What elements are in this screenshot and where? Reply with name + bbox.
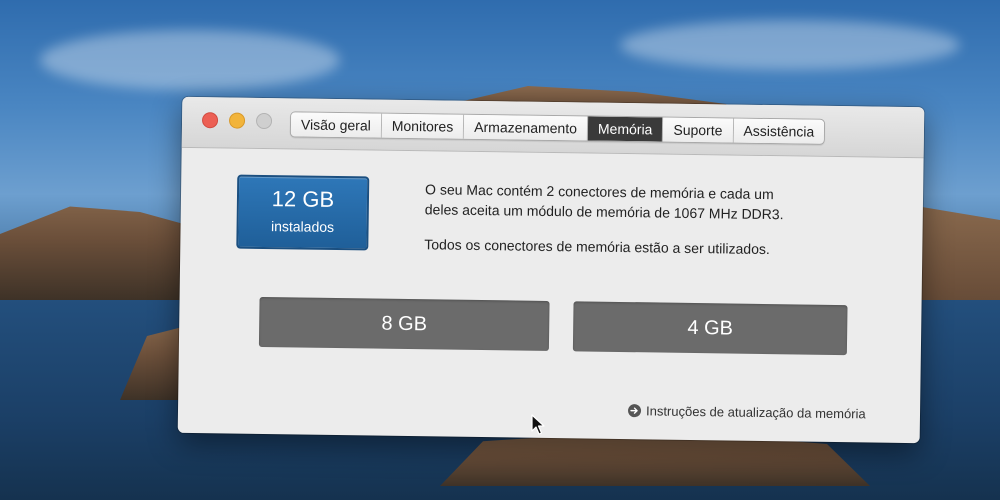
slots-status-text: Todos os conectores de memória estão a s… [424, 236, 770, 258]
minimize-window-button[interactable] [228, 112, 246, 129]
close-window-button[interactable] [201, 112, 219, 129]
memory-upgrade-instructions-link[interactable]: Instruções de atualização da memória [627, 403, 866, 422]
memory-panel: 12 GB instalados O seu Mac contém 2 cone… [178, 148, 924, 443]
tab-overview[interactable]: Visão geral [290, 112, 382, 138]
memory-slot-1: 8 GB [258, 296, 550, 351]
installed-memory-amount: 12 GB [271, 186, 335, 212]
tab-support[interactable]: Suporte [663, 117, 734, 143]
tab-displays[interactable]: Monitores [381, 113, 465, 139]
tab-bar: Visão geral Monitores Armazenamento Memó… [289, 111, 826, 145]
about-this-mac-window: Visão geral Monitores Armazenamento Memó… [177, 96, 925, 444]
installed-memory-label: instalados [270, 218, 335, 235]
tab-memory[interactable]: Memória [587, 116, 664, 142]
tab-storage[interactable]: Armazenamento [464, 114, 589, 141]
memory-description: O seu Mac contém 2 conectores de memória… [424, 179, 845, 260]
tab-service[interactable]: Assistência [733, 118, 825, 144]
zoom-window-button[interactable] [255, 112, 273, 130]
memory-upgrade-link-label: Instruções de atualização da memória [645, 403, 866, 422]
installed-memory-badge: 12 GB instalados [236, 174, 370, 251]
arrow-right-circle-icon [627, 404, 642, 418]
memory-slot-2: 4 GB [572, 301, 848, 356]
mouse-pointer-icon [531, 414, 545, 435]
